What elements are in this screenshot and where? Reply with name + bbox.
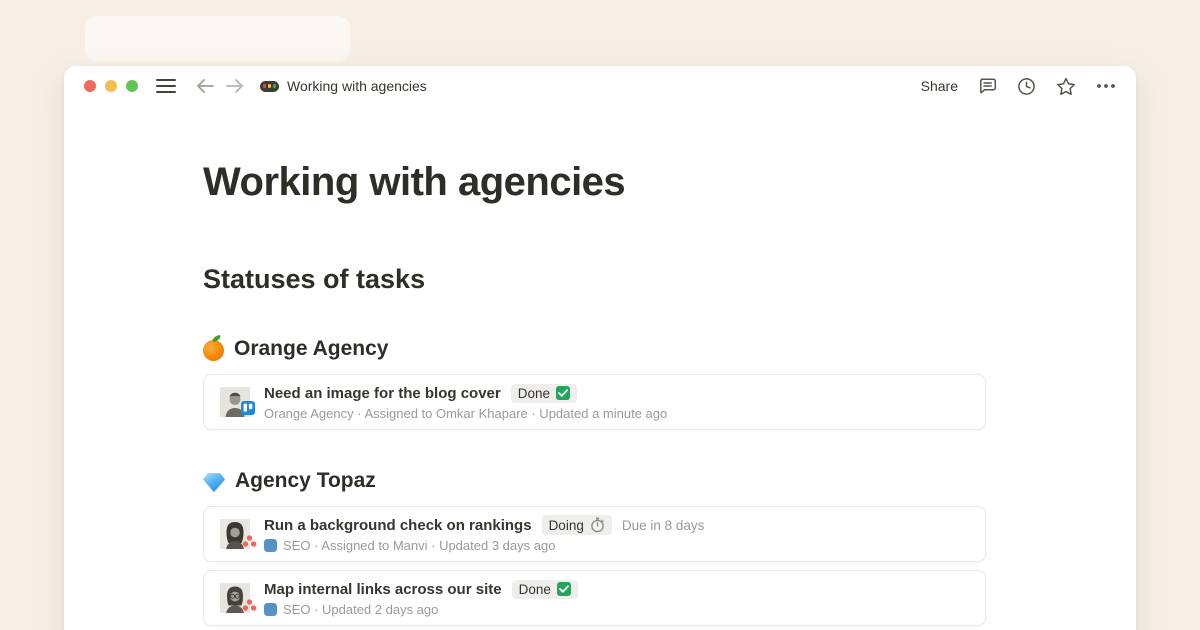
status-label: Done bbox=[518, 386, 550, 401]
task-meta-text: SEO · Updated 2 days ago bbox=[283, 602, 438, 617]
status-badge: Doing bbox=[542, 515, 612, 535]
status-badge: Done bbox=[511, 384, 577, 403]
window-titlebar: Working with agencies Share bbox=[64, 66, 1136, 106]
app-window: Working with agencies Share Working with… bbox=[64, 66, 1136, 630]
trello-logo-icon bbox=[241, 401, 255, 415]
tag-color-chip bbox=[264, 539, 277, 552]
agency-group: Agency Topaz Run a background check on r… bbox=[203, 469, 986, 626]
task-card[interactable]: Need an image for the blog cover Done Or… bbox=[203, 374, 986, 430]
assignee-avatar bbox=[220, 583, 250, 613]
task-card[interactable]: Map internal links across our site Done … bbox=[203, 570, 986, 626]
page-title: Working with agencies bbox=[203, 158, 986, 206]
task-card[interactable]: Run a background check on rankings Doing… bbox=[203, 506, 986, 562]
agency-group: Orange Agency Need an image for the blog… bbox=[203, 336, 986, 430]
task-list: Run a background check on rankings Doing… bbox=[203, 506, 986, 626]
task-meta: SEO · Assigned to Manvi · Updated 3 days… bbox=[264, 538, 704, 553]
task-title: Need an image for the blog cover bbox=[264, 385, 501, 402]
check-emoji-icon bbox=[557, 582, 571, 596]
forward-arrow-icon[interactable] bbox=[226, 79, 244, 93]
favorite-star-icon[interactable] bbox=[1056, 77, 1076, 96]
task-meta: Orange Agency · Assigned to Omkar Khapar… bbox=[264, 406, 667, 421]
task-groups: Orange Agency Need an image for the blog… bbox=[203, 336, 986, 626]
zoom-window-button[interactable] bbox=[126, 80, 138, 92]
agency-group-name: Agency Topaz bbox=[235, 469, 376, 493]
check-emoji-icon bbox=[556, 386, 570, 400]
updates-clock-icon[interactable] bbox=[1017, 77, 1036, 96]
status-badge: Done bbox=[512, 580, 578, 599]
assignee-avatar bbox=[220, 387, 250, 417]
titlebar-actions: Share bbox=[921, 77, 1116, 96]
breadcrumb[interactable]: Working with agencies bbox=[260, 78, 427, 94]
agency-group-name: Orange Agency bbox=[234, 337, 388, 361]
asana-logo-icon bbox=[242, 534, 257, 548]
tag-color-chip bbox=[264, 603, 277, 616]
comments-icon[interactable] bbox=[978, 77, 997, 95]
more-ellipsis-icon[interactable] bbox=[1096, 83, 1116, 89]
section-heading: Statuses of tasks bbox=[203, 262, 986, 297]
minimize-window-button[interactable] bbox=[105, 80, 117, 92]
status-label: Done bbox=[519, 582, 551, 597]
task-meta: SEO · Updated 2 days ago bbox=[264, 602, 578, 617]
status-label: Doing bbox=[549, 518, 584, 533]
agency-group-heading: Orange Agency bbox=[203, 336, 986, 361]
task-title: Run a background check on rankings bbox=[264, 517, 532, 534]
tangerine-emoji-icon bbox=[203, 340, 224, 361]
agency-group-heading: Agency Topaz bbox=[203, 469, 986, 493]
background-card-decoration bbox=[85, 16, 350, 62]
due-date-text: Due in 8 days bbox=[622, 518, 705, 533]
window-controls bbox=[84, 80, 138, 92]
sidebar-toggle-menu-icon[interactable] bbox=[156, 79, 176, 93]
task-meta-text: Orange Agency · Assigned to Omkar Khapar… bbox=[264, 406, 667, 421]
breadcrumb-page-title: Working with agencies bbox=[287, 78, 427, 94]
task-meta-text: SEO · Assigned to Manvi · Updated 3 days… bbox=[283, 538, 555, 553]
asana-logo-icon bbox=[242, 598, 257, 612]
page-traffic-light-emoji-icon bbox=[260, 81, 279, 92]
task-title: Map internal links across our site bbox=[264, 581, 502, 598]
share-button[interactable]: Share bbox=[921, 78, 958, 94]
history-navigation bbox=[196, 79, 244, 93]
task-list: Need an image for the blog cover Done Or… bbox=[203, 374, 986, 430]
gem-emoji-icon bbox=[203, 473, 225, 492]
page-content: Working with agencies Statuses of tasks … bbox=[64, 106, 1136, 630]
close-window-button[interactable] bbox=[84, 80, 96, 92]
back-arrow-icon[interactable] bbox=[196, 79, 214, 93]
stopwatch-emoji-icon bbox=[590, 517, 605, 533]
assignee-avatar bbox=[220, 519, 250, 549]
